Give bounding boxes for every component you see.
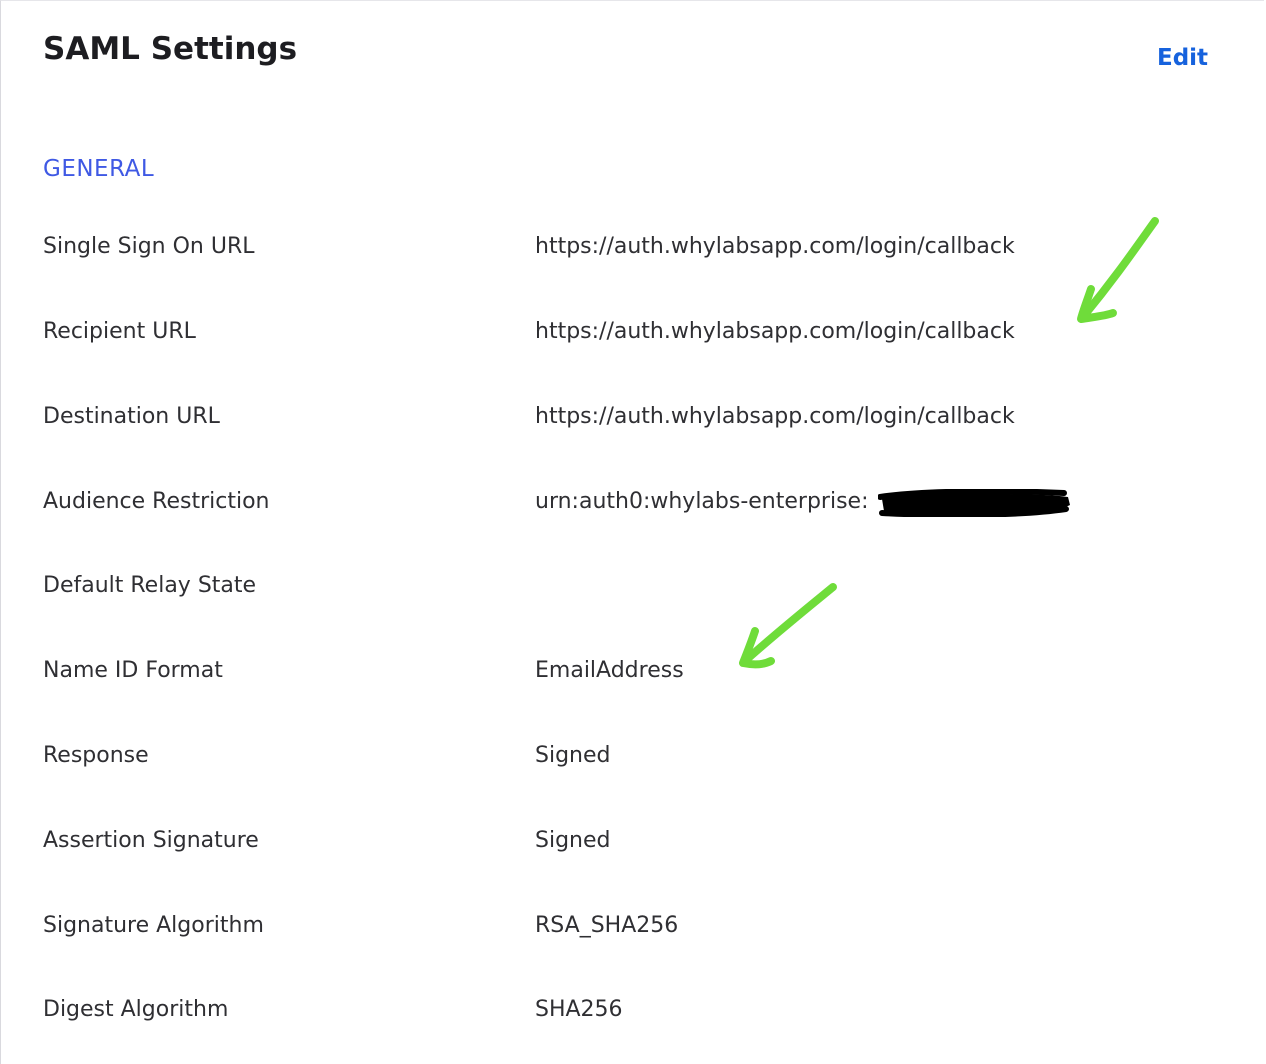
row-label: Signature Algorithm xyxy=(43,913,264,938)
edit-link[interactable]: Edit xyxy=(1157,45,1208,71)
row-label: Recipient URL xyxy=(43,319,196,344)
saml-settings-panel: SAML Settings Edit GENERAL Single Sign O… xyxy=(0,0,1264,1064)
hand-drawn-arrow-icon xyxy=(739,583,837,669)
row-value: Signed xyxy=(535,828,611,853)
row-label: Assertion Signature xyxy=(43,828,259,853)
row-label: Single Sign On URL xyxy=(43,234,255,259)
redaction-mark xyxy=(878,489,1070,517)
row-label: Digest Algorithm xyxy=(43,997,229,1022)
row-value: SHA256 xyxy=(535,997,623,1022)
row-value: RSA_SHA256 xyxy=(535,913,679,938)
row-label: Response xyxy=(43,743,149,768)
row-value: EmailAddress xyxy=(535,658,684,683)
section-header-general: GENERAL xyxy=(43,156,155,182)
row-label: Audience Restriction xyxy=(43,489,270,514)
row-value: https://auth.whylabsapp.com/login/callba… xyxy=(535,234,1015,259)
row-value: https://auth.whylabsapp.com/login/callba… xyxy=(535,404,1015,429)
settings-row-signature-algorithm: Signature Algorithm RSA_SHA256 xyxy=(43,913,1223,953)
row-value: urn:auth0:whylabs-enterprise: xyxy=(535,489,869,514)
row-label: Name ID Format xyxy=(43,658,223,683)
row-label: Destination URL xyxy=(43,404,220,429)
hand-drawn-arrow-icon xyxy=(1077,217,1159,323)
page-title: SAML Settings xyxy=(43,31,298,67)
settings-row-default-relay-state: Default Relay State xyxy=(43,573,1223,613)
row-value: Signed xyxy=(535,743,611,768)
row-value: https://auth.whylabsapp.com/login/callba… xyxy=(535,319,1015,344)
settings-row-recipient-url: Recipient URL https://auth.whylabsapp.co… xyxy=(43,319,1223,359)
row-label: Default Relay State xyxy=(43,573,257,598)
settings-row-destination-url: Destination URL https://auth.whylabsapp.… xyxy=(43,404,1223,444)
settings-row-digest-algorithm: Digest Algorithm SHA256 xyxy=(43,997,1223,1037)
settings-row-assertion-signature: Assertion Signature Signed xyxy=(43,828,1223,868)
settings-row-name-id-format: Name ID Format EmailAddress xyxy=(43,658,1223,698)
settings-row-response: Response Signed xyxy=(43,743,1223,783)
settings-row-single-sign-on-url: Single Sign On URL https://auth.whylabsa… xyxy=(43,234,1223,274)
